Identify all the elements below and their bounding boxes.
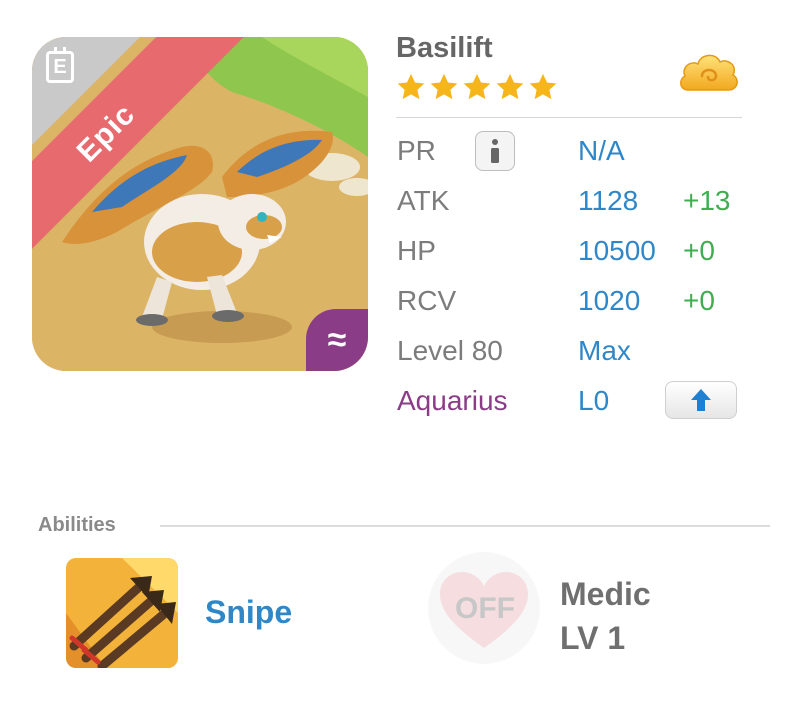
stat-value: 1128 [578, 185, 639, 216]
stat-bonus: +0 [683, 235, 715, 266]
skill-icon[interactable] [66, 558, 178, 668]
star-icon [496, 73, 524, 100]
stat-value: 1020 [578, 285, 641, 316]
passive-status: OFF [455, 592, 515, 625]
arrow-up-icon [691, 389, 711, 411]
skill-name[interactable]: Snipe [205, 594, 292, 631]
passive-name: Medic [560, 576, 651, 612]
header-divider [396, 117, 742, 118]
star-rating [396, 72, 558, 102]
pr-info-button[interactable] [475, 131, 515, 171]
arrows-skill-icon [66, 558, 178, 668]
abilities-divider [160, 525, 770, 527]
cloud-element-icon[interactable] [678, 48, 740, 100]
stat-row-constellation: Aquarius L0 [397, 381, 747, 425]
star-icon [463, 73, 491, 100]
stat-row-level: Level 80 Max [397, 335, 747, 375]
stat-value: L0 [578, 385, 610, 416]
stat-row-pr: PR N/A [397, 131, 747, 175]
stat-row-rcv: RCV 1020 +0 [397, 285, 747, 325]
stat-value: N/A [578, 135, 625, 166]
water-element-icon: ≈ [306, 309, 368, 371]
stat-label: ATK [397, 185, 450, 216]
stat-label: Level 80 [397, 335, 503, 366]
constellation-label: Aquarius [397, 385, 508, 416]
stat-row-atk: ATK 1128 +13 [397, 185, 747, 225]
stat-bonus: +0 [683, 285, 715, 316]
constellation-upgrade-button[interactable] [665, 381, 737, 419]
stat-label: PR [397, 135, 436, 166]
stat-label: HP [397, 235, 436, 266]
stat-label: RCV [397, 285, 457, 316]
info-icon [491, 139, 499, 163]
stat-bonus: +13 [683, 185, 731, 216]
star-icon [529, 73, 557, 100]
monster-name: Basilift [396, 32, 493, 64]
stat-value: 10500 [578, 235, 656, 266]
rarity-calendar-icon: E [46, 47, 74, 83]
stat-row-hp: HP 10500 +0 [397, 235, 747, 275]
stat-value: Max [578, 335, 631, 366]
abilities-heading: Abilities [38, 514, 116, 536]
star-icon [430, 73, 458, 100]
monster-portrait[interactable]: Epic E ≈ [32, 37, 368, 371]
passive-level: LV 1 [560, 620, 626, 656]
star-icon [397, 73, 425, 100]
